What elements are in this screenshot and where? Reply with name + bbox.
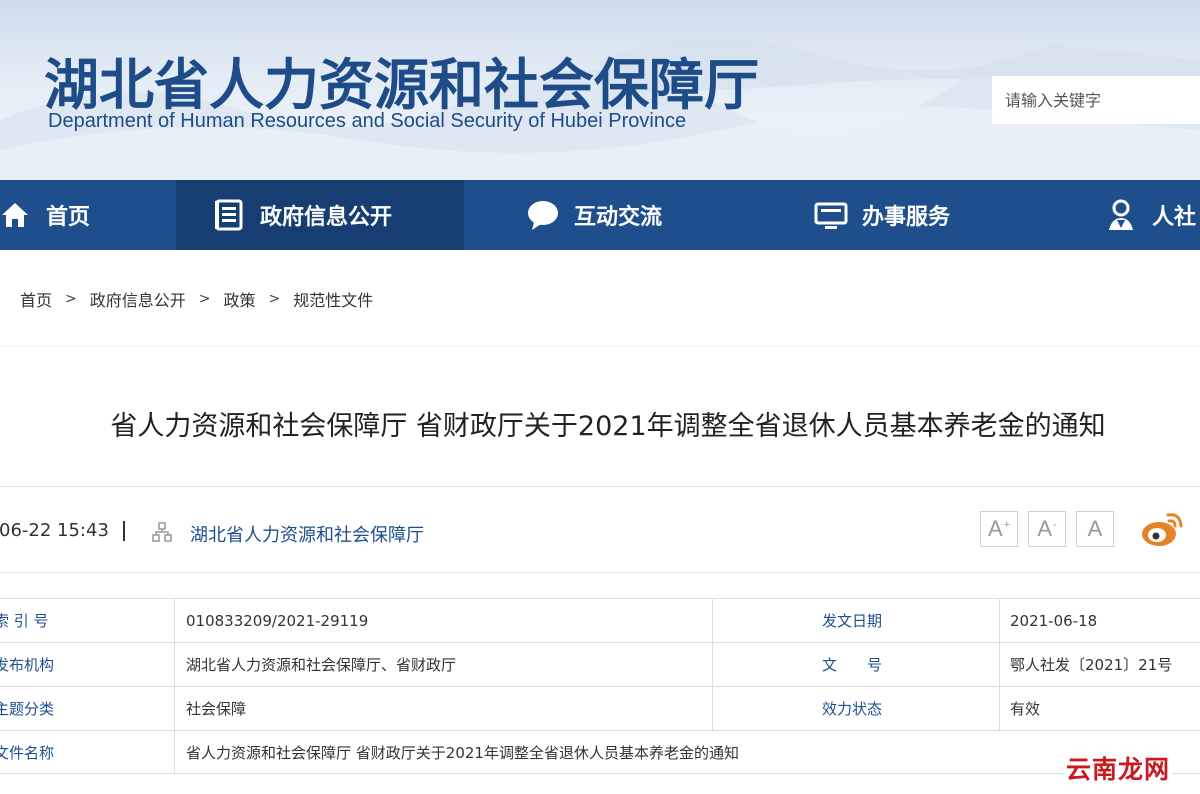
site-title: 湖北省人力资源和社会保障厅 [44,52,760,117]
table-value-doc-name: 省人力资源和社会保障厅 省财政厅关于2021年调整全省退休人员基本养老金的通知 [186,744,739,762]
table-value-publisher: 湖北省人力资源和社会保障厅、省财政厅 [186,656,457,674]
nav-item-label: 政府信息公开 [260,205,393,230]
nav-item-home[interactable]: 首页 [0,180,176,250]
table-label-index: 索 引 号 [0,612,49,630]
table-value-status: 有效 [1010,700,1041,718]
table-cell-border [999,599,1000,642]
table-cell-border [999,643,1000,686]
nav-item-label: 办事服务 [862,205,951,230]
nav-item-interaction[interactable]: 互动交流 [464,180,752,250]
breadcrumb-separator: > [268,291,281,307]
section-divider [0,346,1200,347]
source-watermark: 云南龙网 [1064,750,1172,786]
header-banner: 湖北省人力资源和社会保障厅 Department of Human Resour… [0,0,1200,180]
breadcrumb-gov-info[interactable]: 政府信息公开 [90,287,186,311]
nav-item-gov-info[interactable]: 政府信息公开 [176,180,464,250]
table-label-status: 效力状态 [822,700,883,718]
table-value-index: 010833209/2021-29119 [186,611,369,630]
table-value-category: 社会保障 [186,700,247,718]
table-row: 主题分类 社会保障 效力状态 有效 [0,686,1200,730]
table-cell-border [712,687,713,730]
breadcrumb: 首页 > 政府信息公开 > 政策 > 规范性文件 [20,287,373,311]
publish-date: 06-22 15:43 [0,520,109,541]
title-divider [0,486,1200,487]
document-list-icon [215,199,243,231]
table-label-publisher: 发布机构 [0,656,55,674]
article-title: 省人力资源和社会保障厅 省财政厅关于2021年调整全省退休人员基本养老金的通知 [110,411,1106,442]
breadcrumb-separator: > [65,291,77,307]
meta-divider [0,572,1200,573]
table-cell-border [174,643,175,686]
font-btn-label: A [987,516,1003,541]
table-cell-border [174,599,175,642]
nav-item-label: 互动交流 [574,205,663,230]
font-btn-label: A [1037,516,1052,541]
site-subtitle: Department of Human Resources and Social… [48,110,687,132]
nav-item-services[interactable]: 办事服务 [752,180,1040,250]
weibo-icon[interactable] [1140,509,1184,549]
nav-item-label: 人社 [1152,205,1197,230]
font-btn-label: A [1087,516,1103,541]
nav-item-label: 首页 [46,205,91,230]
table-cell-border [712,643,713,686]
person-badge-icon [1109,199,1133,230]
font-default-button[interactable]: A [1076,511,1114,547]
meta-separator [123,521,125,541]
table-cell-border [174,687,175,730]
table-value-issue-date: 2021-06-18 [1010,611,1098,630]
breadcrumb-home[interactable]: 首页 [20,287,52,311]
home-icon [2,203,28,227]
table-row: 索 引 号 010833209/2021-29119 发文日期 2021-06-… [0,598,1200,642]
table-label-issue-date: 发文日期 [822,612,883,630]
table-cell-border [712,599,713,642]
nav-item-hr-social[interactable]: 人社 [1040,180,1200,250]
table-row: 发布机构 湖北省人力资源和社会保障厅、省财政厅 文 号 鄂人社发〔2021〕21… [0,642,1200,686]
font-smaller-button[interactable]: A- [1028,511,1066,547]
search-input[interactable] [992,76,1200,124]
monitor-icon [814,202,848,229]
main-nav: 首页 政府信息公开 互动交流 办事服务 人社 [0,180,1200,250]
table-cell-border [999,687,1000,730]
table-cell-border [174,731,175,774]
breadcrumb-separator: > [198,291,211,307]
org-chart-icon [152,522,172,542]
breadcrumb-normative-docs[interactable]: 规范性文件 [293,287,373,311]
table-value-doc-number: 鄂人社发〔2021〕21号 [1010,656,1173,674]
table-label-doc-name: 文件名称 [0,744,55,762]
article-source: 湖北省人力资源和社会保障厅 [190,525,424,546]
font-btn-mark: - [1053,519,1057,531]
font-btn-mark: + [1003,519,1011,531]
table-label-category: 主题分类 [0,700,55,718]
table-row: 文件名称 省人力资源和社会保障厅 省财政厅关于2021年调整全省退休人员基本养老… [0,730,1200,774]
chat-bubble-icon [528,201,558,230]
font-larger-button[interactable]: A + [980,511,1018,547]
table-label-doc-number: 文 号 [822,656,883,674]
breadcrumb-policy[interactable]: 政策 [224,287,256,311]
